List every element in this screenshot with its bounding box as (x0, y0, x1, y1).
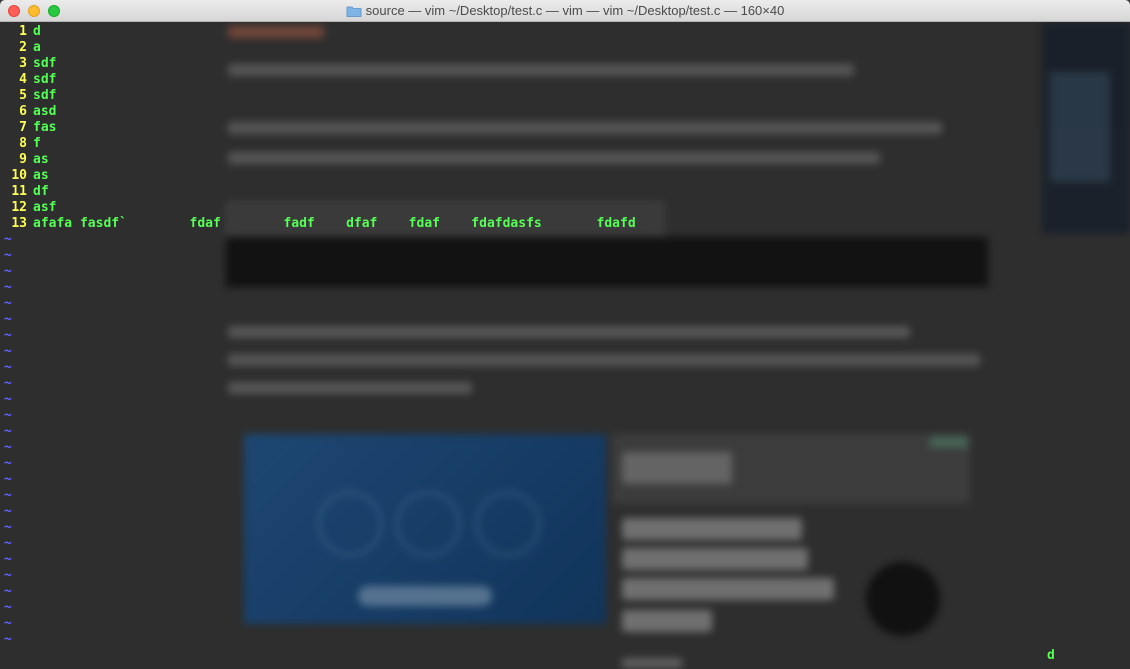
line-number: 8 (19, 136, 27, 151)
buffer-line[interactable]: 13 afafa fasdf` fdaf fadf dfaf fdaf fdafd… (0, 216, 636, 232)
empty-line-tilde: ~ (4, 632, 12, 647)
line-text[interactable]: f (33, 136, 41, 151)
line-text[interactable]: d (33, 24, 41, 39)
window-title: source — vim ~/Desktop/test.c — vim — vi… (365, 3, 785, 18)
empty-line-tilde: ~ (4, 376, 12, 391)
line-number: 2 (19, 40, 27, 55)
line-text[interactable]: asf (33, 200, 56, 215)
terminal-content[interactable]: d 1 d 2 a 3 sdf 4 sdf 5 sdf 6 asd 7 fas 8 f 9 as 10 as 11 df 1… (0, 22, 1130, 669)
line-number: 9 (19, 152, 27, 167)
buffer-line[interactable]: 5 sdf (0, 88, 56, 104)
empty-line-tilde: ~ (4, 536, 12, 551)
buffer-line[interactable]: 12 asf (0, 200, 56, 216)
empty-line-tilde: ~ (4, 280, 12, 295)
empty-line-tilde: ~ (4, 568, 12, 583)
empty-line-tilde: ~ (4, 296, 12, 311)
empty-line-tilde: ~ (4, 312, 12, 327)
empty-line-tilde: ~ (4, 488, 12, 503)
buffer-line[interactable]: 11 df (0, 184, 49, 200)
buffer-line[interactable]: 10 as (0, 168, 49, 184)
empty-line-tilde: ~ (4, 584, 12, 599)
command-display: d (1047, 648, 1055, 663)
line-number: 3 (19, 56, 27, 71)
line-text[interactable]: as (33, 152, 49, 167)
empty-line-tilde: ~ (4, 456, 12, 471)
empty-line-tilde: ~ (4, 472, 12, 487)
line-number: 7 (19, 120, 27, 135)
buffer-line[interactable]: 1d (0, 24, 41, 40)
line-text[interactable]: df (33, 184, 49, 199)
line-number: 12 (11, 200, 27, 215)
empty-line-tilde: ~ (4, 392, 12, 407)
buffer-line[interactable]: 8f (0, 136, 41, 152)
line-text[interactable]: as (33, 168, 49, 183)
empty-line-tilde: ~ (4, 520, 12, 535)
buffer-line[interactable]: 7 fas (0, 120, 56, 136)
empty-line-tilde: ~ (4, 504, 12, 519)
buffer-line[interactable]: 4 sdf (0, 72, 56, 88)
empty-line-tilde: ~ (4, 600, 12, 615)
empty-line-tilde: ~ (4, 360, 12, 375)
empty-line-tilde: ~ (4, 440, 12, 455)
line-number: 1 (19, 24, 27, 39)
line-text[interactable]: sdf (33, 72, 56, 87)
terminal-window: source — vim ~/Desktop/test.c — vim — vi… (0, 0, 1130, 669)
empty-line-tilde: ~ (4, 248, 12, 263)
line-number: 11 (11, 184, 27, 199)
vim-buffer[interactable]: d 1 d 2 a 3 sdf 4 sdf 5 sdf 6 asd 7 fas 8 f 9 as 10 as 11 df 1… (0, 22, 1130, 669)
line-text[interactable]: sdf (33, 88, 56, 103)
empty-line-tilde: ~ (4, 328, 12, 343)
line-text[interactable]: a (33, 40, 41, 55)
line-number: 6 (19, 104, 27, 119)
empty-line-tilde: ~ (4, 552, 12, 567)
line-number: 10 (11, 168, 27, 183)
line-text[interactable]: afafa fasdf` fdaf fadf dfaf fdaf fdafdas… (33, 216, 636, 231)
window-title-container: source — vim ~/Desktop/test.c — vim — vi… (0, 3, 1130, 18)
empty-line-tilde: ~ (4, 616, 12, 631)
buffer-line[interactable]: 2a (0, 40, 41, 56)
line-number: 13 (11, 216, 27, 231)
empty-line-tilde: ~ (4, 424, 12, 439)
title-bar[interactable]: source — vim ~/Desktop/test.c — vim — vi… (0, 0, 1130, 22)
empty-line-tilde: ~ (4, 408, 12, 423)
line-number: 5 (19, 88, 27, 103)
empty-line-tilde: ~ (4, 264, 12, 279)
buffer-line[interactable]: 6 asd (0, 104, 56, 120)
line-number: 4 (19, 72, 27, 87)
line-text[interactable]: fas (33, 120, 56, 135)
line-text[interactable]: asd (33, 104, 56, 119)
buffer-line[interactable]: 3 sdf (0, 56, 56, 72)
folder-icon (346, 6, 362, 17)
buffer-line[interactable]: 9 as (0, 152, 49, 168)
empty-line-tilde: ~ (4, 344, 12, 359)
empty-line-tilde: ~ (4, 232, 12, 247)
line-text[interactable]: sdf (33, 56, 56, 71)
